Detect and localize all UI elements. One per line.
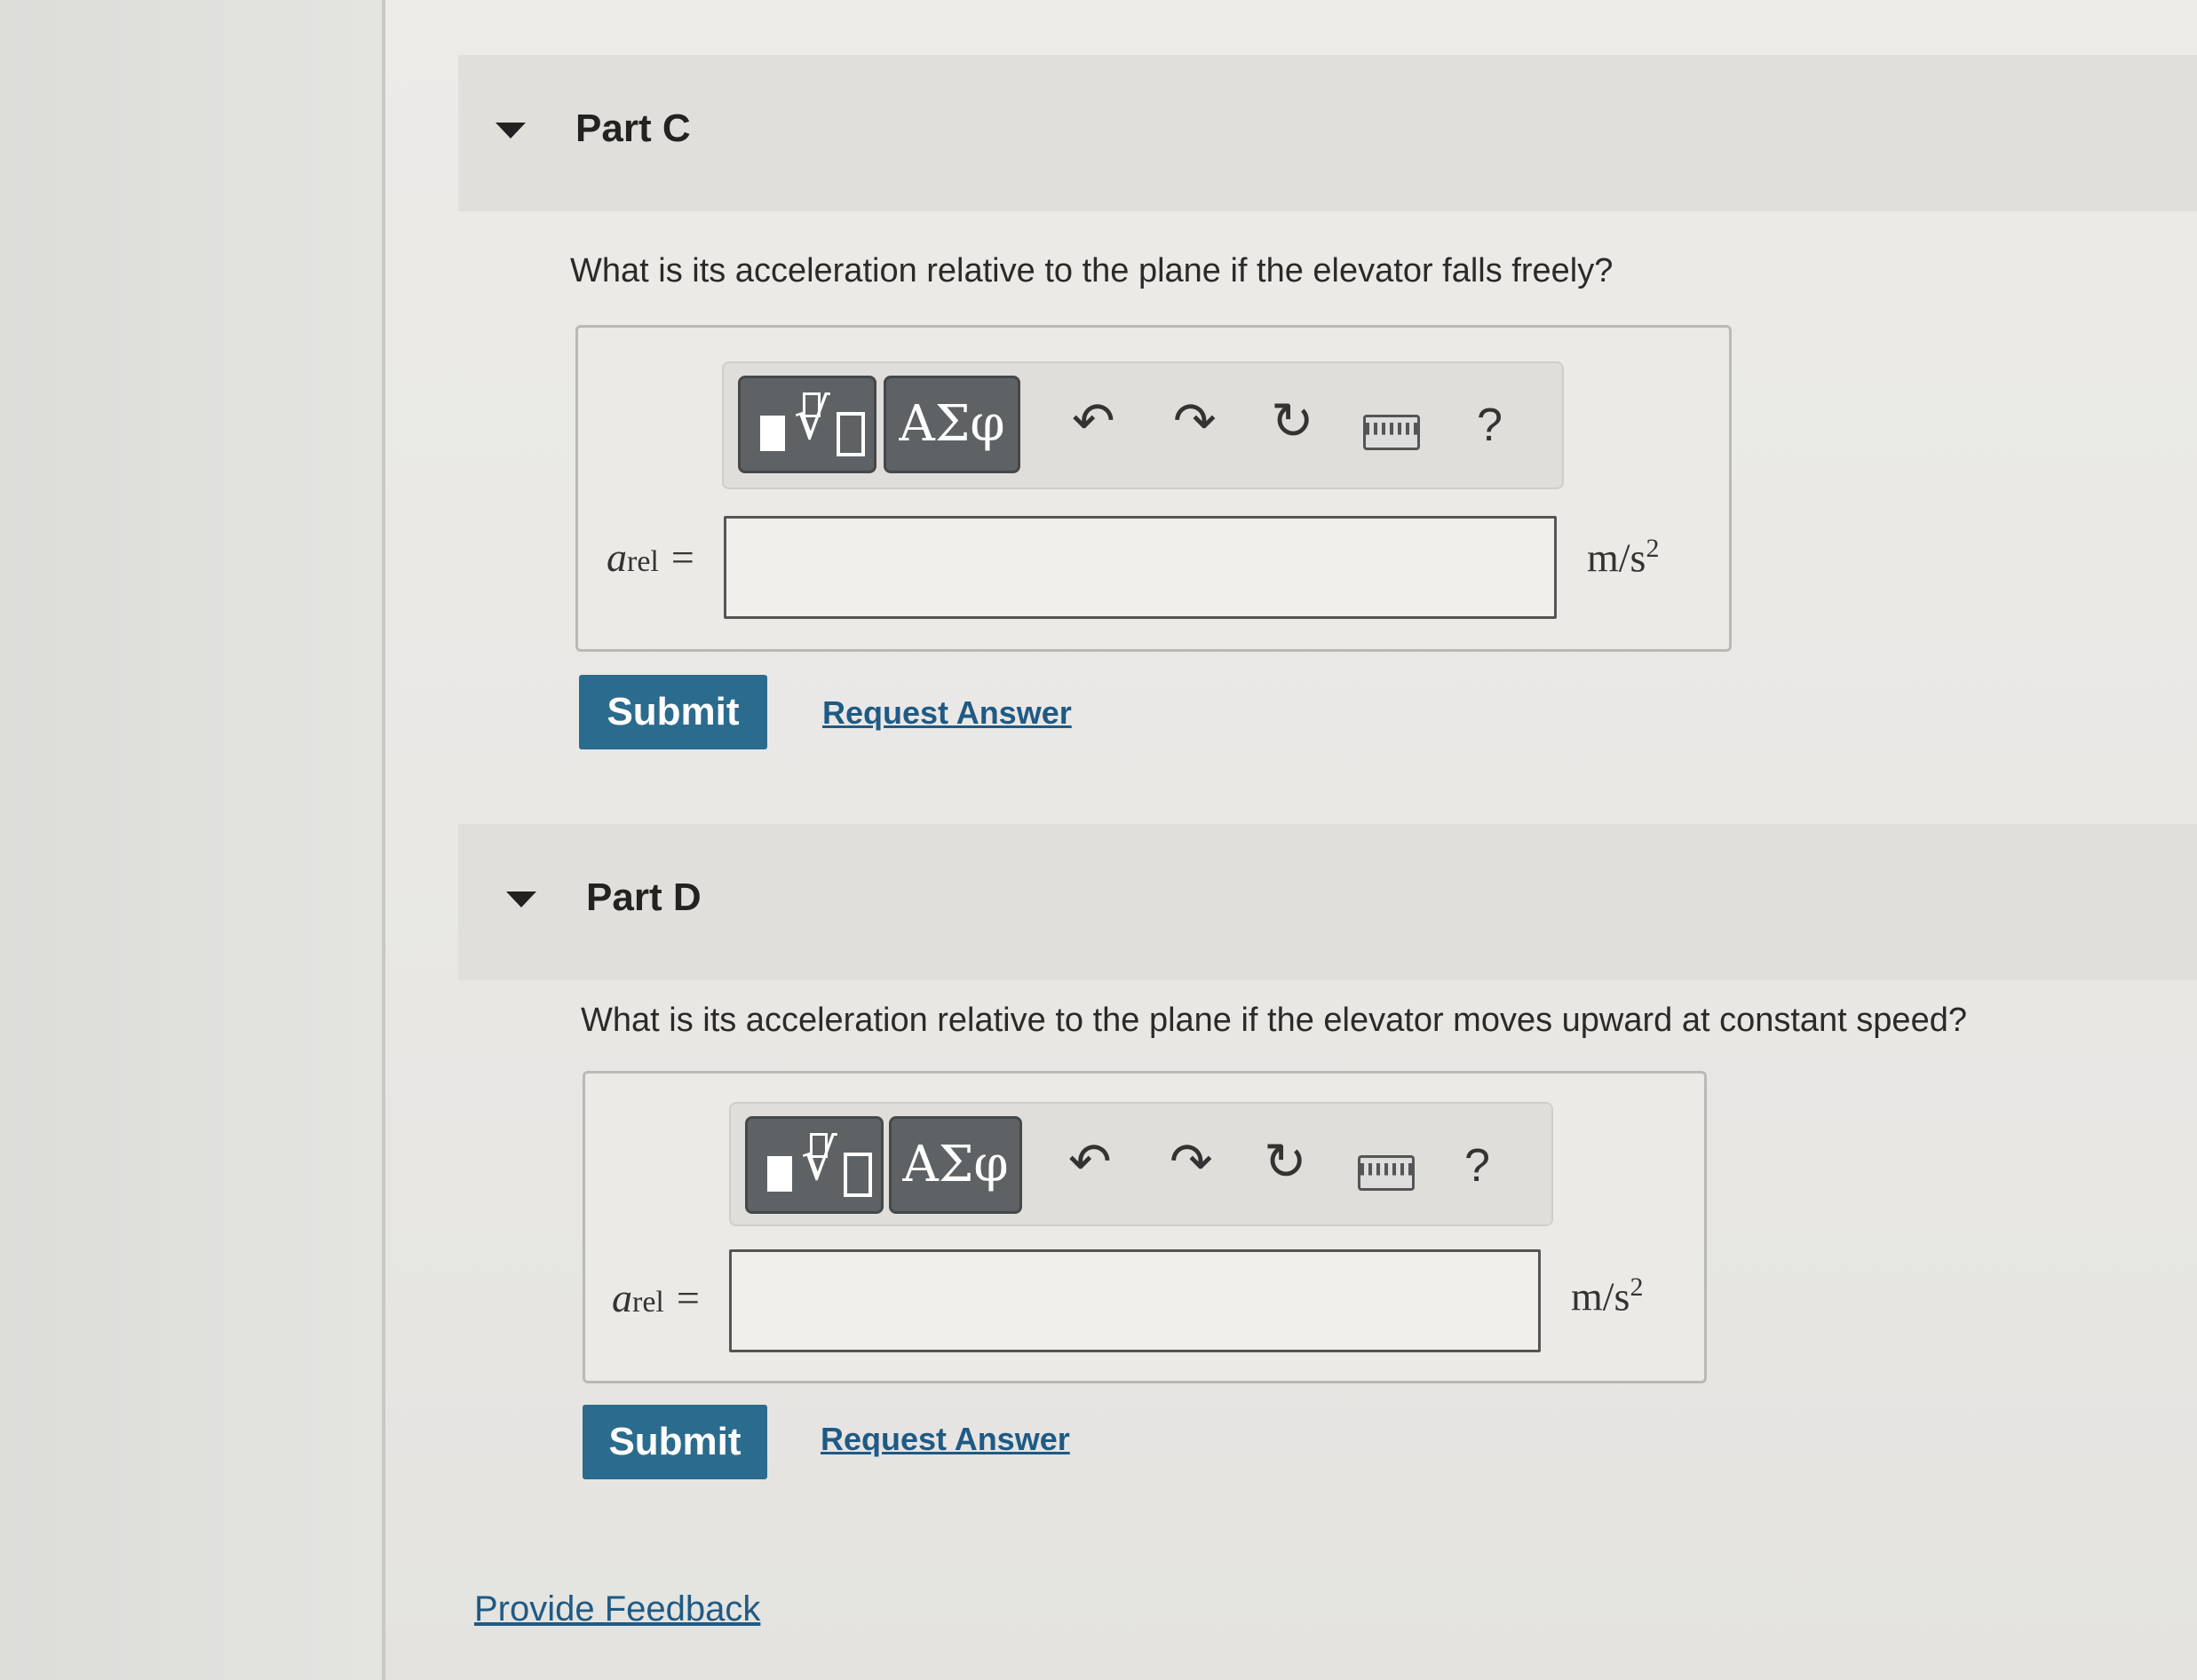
math-toolbar: √ ΑΣφ ↶ ↷ ↻ ?	[722, 361, 1564, 489]
submit-button[interactable]: Submit	[583, 1405, 767, 1479]
reset-icon[interactable]: ↻	[1264, 1130, 1307, 1193]
undo-icon[interactable]: ↶	[1068, 1130, 1112, 1193]
answer-input[interactable]	[729, 1249, 1541, 1352]
undo-icon[interactable]: ↶	[1072, 390, 1115, 452]
templates-button[interactable]: √	[738, 376, 876, 473]
var-subscript: rel	[627, 545, 659, 578]
equals-sign: =	[676, 1275, 700, 1320]
submit-button[interactable]: Submit	[579, 675, 767, 749]
templates-button[interactable]: √	[745, 1116, 884, 1214]
equals-sign: =	[670, 535, 694, 580]
part-c-title: Part C	[575, 107, 691, 150]
template-radicand-box	[837, 412, 865, 456]
part-d-answer-box: √ ΑΣφ ↶ ↷ ↻ ? arel = m/s2	[583, 1071, 1707, 1383]
help-button[interactable]: ?	[1477, 399, 1503, 452]
request-answer-link[interactable]: Request Answer	[822, 694, 1072, 732]
part-d-question: What is its acceleration relative to the…	[581, 1002, 1967, 1039]
provide-feedback-link[interactable]: Provide Feedback	[474, 1589, 760, 1629]
sqrt-icon: √	[794, 387, 830, 453]
part-d-header[interactable]: Part D	[458, 824, 2197, 980]
unit-text: m/s	[1587, 535, 1646, 581]
collapse-caret-icon[interactable]	[496, 123, 526, 139]
template-radicand-box	[844, 1153, 872, 1197]
var-symbol: a	[607, 535, 627, 580]
keyboard-icon[interactable]	[1358, 1155, 1415, 1191]
variable-label: arel =	[612, 1274, 700, 1321]
part-d-title: Part D	[586, 876, 702, 919]
unit-exponent: 2	[1646, 534, 1660, 563]
part-c-question: What is its acceleration relative to the…	[570, 252, 1614, 289]
unit-exponent: 2	[1630, 1272, 1644, 1302]
var-subscript: rel	[632, 1286, 664, 1319]
unit-label: m/s2	[1587, 534, 1659, 581]
part-c-answer-box: √ ΑΣφ ↶ ↷ ↻ ? arel = m/s2	[575, 325, 1732, 652]
left-gutter	[0, 0, 382, 1680]
greek-symbols-button[interactable]: ΑΣφ	[884, 376, 1020, 473]
help-button[interactable]: ?	[1464, 1139, 1490, 1193]
part-c-header[interactable]: Part C	[458, 55, 2197, 211]
unit-text: m/s	[1571, 1273, 1630, 1319]
request-answer-link[interactable]: Request Answer	[821, 1421, 1070, 1458]
reset-icon[interactable]: ↻	[1271, 390, 1314, 452]
keyboard-icon[interactable]	[1363, 415, 1420, 450]
math-toolbar: √ ΑΣφ ↶ ↷ ↻ ?	[729, 1102, 1553, 1226]
sqrt-icon: √	[801, 1128, 837, 1193]
template-icon	[760, 416, 785, 451]
var-symbol: a	[612, 1275, 632, 1320]
collapse-caret-icon[interactable]	[506, 892, 536, 907]
template-icon	[767, 1156, 792, 1192]
redo-icon[interactable]: ↷	[1173, 390, 1217, 452]
variable-label: arel =	[607, 534, 694, 581]
unit-label: m/s2	[1571, 1272, 1643, 1319]
answer-input[interactable]	[724, 516, 1557, 619]
redo-icon[interactable]: ↷	[1170, 1130, 1213, 1193]
greek-symbols-button[interactable]: ΑΣφ	[889, 1116, 1022, 1214]
